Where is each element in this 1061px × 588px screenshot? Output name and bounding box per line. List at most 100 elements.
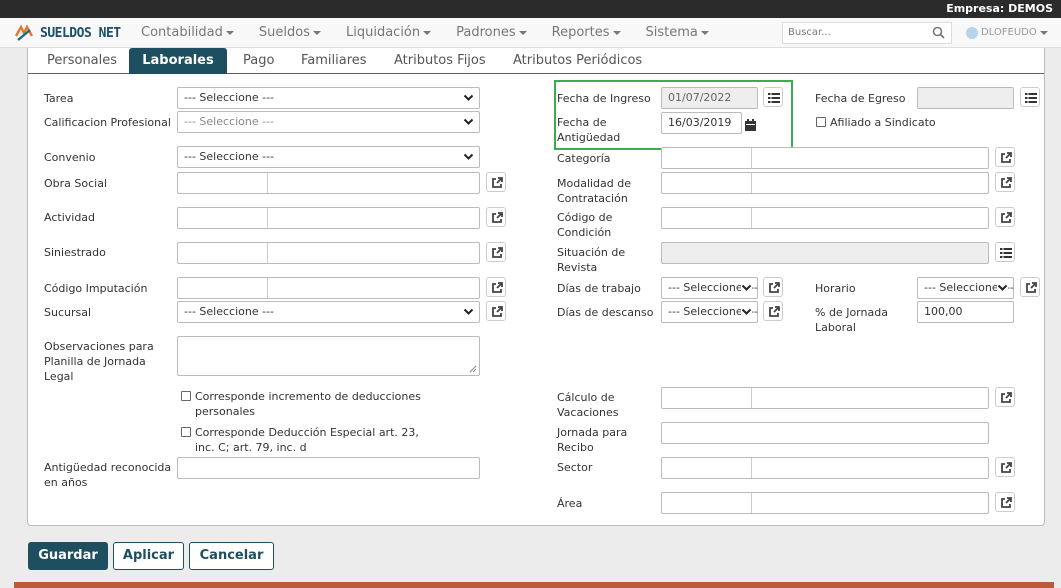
label-line: % de Jornada — [815, 306, 888, 319]
label-line: Condición — [557, 226, 612, 239]
tab-familiares[interactable]: Familiares — [301, 48, 367, 74]
categoria-label: Categoría — [557, 152, 611, 165]
obra-social-edit-button[interactable] — [486, 172, 506, 192]
dias-trabajo-label: Días de trabajo — [557, 282, 641, 295]
dias-descanso-select[interactable]: --- Seleccione --- — [661, 301, 758, 323]
obra-social-field[interactable] — [177, 172, 480, 194]
menu-sistema[interactable]: Sistema — [646, 18, 709, 48]
situacion-revista-list-button[interactable] — [995, 242, 1015, 262]
dias-trabajo-select[interactable]: --- Seleccione --- — [661, 277, 758, 299]
jornada-laboral-label: % de Jornada Laboral — [815, 305, 888, 335]
sector-field[interactable] — [661, 457, 989, 479]
tarea-select[interactable]: --- Seleccione --- — [177, 87, 480, 109]
dias-trabajo-edit-button[interactable] — [763, 277, 783, 297]
dias-descanso-edit-button[interactable] — [763, 301, 783, 321]
categoria-field[interactable] — [661, 147, 989, 169]
menu-contabilidad[interactable]: Contabilidad — [141, 18, 234, 48]
actividad-label: Actividad — [44, 211, 96, 224]
modalidad-edit-button[interactable] — [995, 172, 1015, 192]
area-edit-button[interactable] — [995, 492, 1015, 512]
list-icon — [1000, 248, 1012, 258]
cancel-button[interactable]: Cancelar — [189, 542, 274, 570]
save-button[interactable]: Guardar — [28, 542, 108, 570]
field-divider — [267, 243, 268, 263]
fecha-egreso-calendar-button[interactable] — [1020, 87, 1040, 107]
label-line: Código de — [557, 211, 613, 224]
label-line: Antigüedad reconocida — [44, 461, 172, 474]
modalidad-label: Modalidad de Contratación — [557, 176, 631, 206]
sucursal-label: Sucursal — [44, 306, 92, 319]
calificacion-select[interactable]: --- Seleccione --- — [177, 111, 480, 133]
menu-label: Reportes — [551, 25, 610, 40]
external-link-icon — [1026, 282, 1037, 293]
siniestrado-field[interactable] — [177, 242, 480, 264]
codigo-imputacion-label: Código Imputación — [44, 282, 148, 295]
caret-down-icon — [225, 30, 234, 35]
external-link-icon — [1001, 497, 1012, 508]
select-value: --- Seleccione --- — [184, 150, 275, 163]
tab-atributos-fijos[interactable]: Atributos Fijos — [394, 48, 486, 74]
calculo-vacaciones-field[interactable] — [661, 387, 989, 409]
user-menu[interactable]: DLOFEUDO — [966, 22, 1052, 44]
codigo-imputacion-field[interactable] — [177, 277, 480, 299]
sector-edit-button[interactable] — [995, 457, 1015, 477]
area-field[interactable] — [661, 492, 989, 514]
sucursal-select[interactable]: --- Seleccione --- — [177, 301, 480, 323]
tab-personales[interactable]: Personales — [47, 48, 117, 74]
actividad-edit-button[interactable] — [486, 207, 506, 227]
antiguedad-reconocida-input[interactable] — [177, 457, 480, 479]
menu-liquidacion[interactable]: Liquidación — [346, 18, 432, 48]
codigo-condicion-edit-button[interactable] — [995, 207, 1015, 227]
fecha-egreso-input[interactable] — [917, 87, 1014, 109]
observaciones-label: Observaciones para Planilla de Jornada L… — [44, 339, 154, 384]
label-line: Cálculo de — [557, 391, 615, 404]
siniestrado-edit-button[interactable] — [486, 242, 506, 262]
label-line: Planilla de Jornada — [44, 355, 146, 368]
field-divider — [751, 388, 752, 408]
highlight-box — [554, 80, 793, 150]
menu-label: Sueldos — [258, 25, 310, 40]
apply-button[interactable]: Aplicar — [113, 542, 184, 570]
tab-pago[interactable]: Pago — [243, 48, 274, 74]
field-divider — [751, 208, 752, 228]
codigo-condicion-label: Código de Condición — [557, 210, 612, 240]
observaciones-textarea[interactable] — [177, 336, 480, 376]
checkbox-label: Corresponde incremento de deducciones — [195, 390, 421, 403]
checkbox-box[interactable] — [181, 427, 191, 437]
codigo-condicion-field[interactable] — [661, 207, 989, 229]
tab-atributos-periodicos[interactable]: Atributos Periódicos — [513, 48, 642, 74]
menu-reportes[interactable]: Reportes — [552, 18, 621, 48]
checkbox-box[interactable] — [816, 117, 826, 127]
situacion-revista-input[interactable] — [661, 242, 989, 264]
incremento-deducciones-checkbox[interactable]: Corresponde incremento de deducciones pe… — [181, 389, 421, 419]
field-divider — [751, 458, 752, 478]
sucursal-edit-button[interactable] — [486, 301, 506, 321]
search-icon[interactable] — [932, 26, 945, 39]
horario-select[interactable]: --- Seleccione --- — [917, 277, 1014, 299]
search-input[interactable]: Buscar... — [782, 22, 952, 44]
categoria-edit-button[interactable] — [995, 147, 1015, 167]
menu-padrones[interactable]: Padrones — [456, 18, 527, 48]
checkbox-box[interactable] — [181, 391, 191, 401]
logo-icon — [14, 24, 34, 41]
actividad-field[interactable] — [177, 207, 480, 229]
calculo-vacaciones-edit-button[interactable] — [995, 387, 1015, 407]
tab-laborales[interactable]: Laborales — [129, 48, 227, 74]
external-link-icon — [492, 282, 503, 293]
external-link-icon — [1001, 212, 1012, 223]
menu-label: Liquidación — [346, 25, 421, 40]
label-line: Observaciones para — [44, 340, 154, 353]
resize-grip-icon[interactable] — [469, 365, 477, 373]
jornada-recibo-input[interactable] — [661, 422, 989, 444]
afiliado-sindicato-checkbox[interactable]: Afiliado a Sindicato — [816, 115, 936, 130]
calificacion-label: Calificacion Profesional — [44, 116, 171, 129]
horario-edit-button[interactable] — [1020, 277, 1040, 297]
jornada-laboral-input[interactable]: 100,00 — [917, 301, 1014, 323]
codigo-imputacion-edit-button[interactable] — [486, 277, 506, 297]
brand-logo[interactable]: SUELDOS NET — [14, 23, 121, 43]
deduccion-especial-checkbox[interactable]: Corresponde Deducción Especial art. 23, … — [181, 425, 419, 455]
convenio-select[interactable]: --- Seleccione --- — [177, 146, 480, 168]
menu-sueldos[interactable]: Sueldos — [259, 18, 321, 48]
tarea-label: Tarea — [44, 92, 74, 105]
modalidad-field[interactable] — [661, 172, 989, 194]
